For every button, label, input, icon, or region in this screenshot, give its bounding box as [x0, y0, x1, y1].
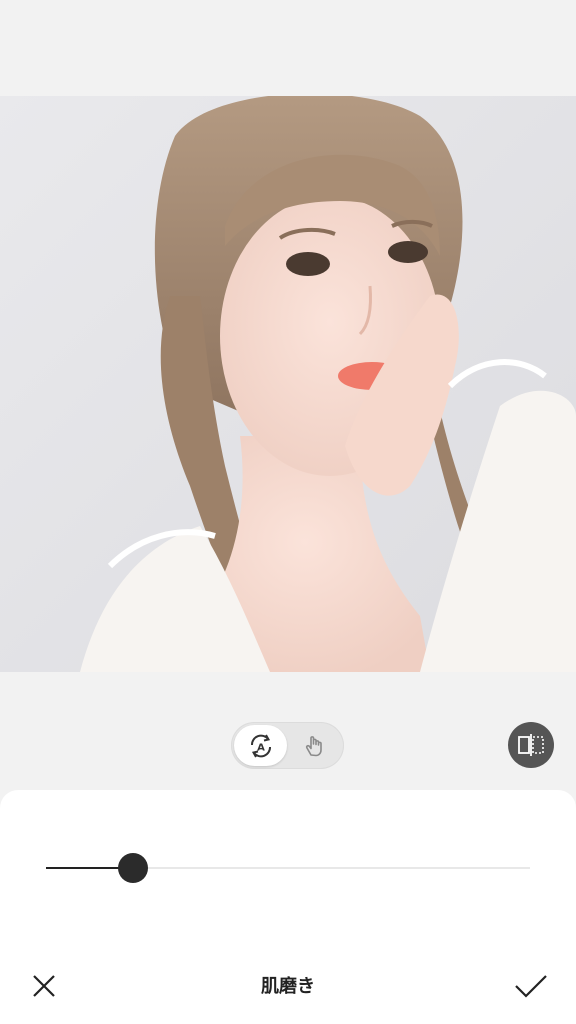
tool-title: 肌磨き — [261, 976, 315, 997]
bottom-action-bar: 肌磨き — [0, 958, 576, 1014]
intensity-slider[interactable] — [46, 850, 530, 886]
photo-preview[interactable] — [0, 96, 576, 672]
confirm-button[interactable] — [508, 966, 554, 1006]
svg-text:A: A — [257, 742, 265, 753]
auto-adjust-icon: A — [250, 734, 271, 757]
manual-mode-button[interactable] — [288, 725, 341, 766]
mode-toggle: A — [231, 722, 344, 769]
close-icon — [33, 975, 55, 997]
compare-split-icon — [518, 734, 544, 756]
manual-hand-icon — [305, 735, 322, 756]
checkmark-icon — [515, 975, 547, 998]
auto-mode-button[interactable]: A — [234, 725, 287, 766]
slider-thumb[interactable] — [118, 853, 149, 883]
cancel-button[interactable] — [22, 966, 66, 1006]
compare-button[interactable] — [508, 722, 554, 768]
adjustment-panel: 肌磨き — [0, 790, 576, 1024]
portrait-photo — [0, 96, 576, 672]
skin-smoothing-editor: A 肌磨き — [0, 0, 576, 1024]
